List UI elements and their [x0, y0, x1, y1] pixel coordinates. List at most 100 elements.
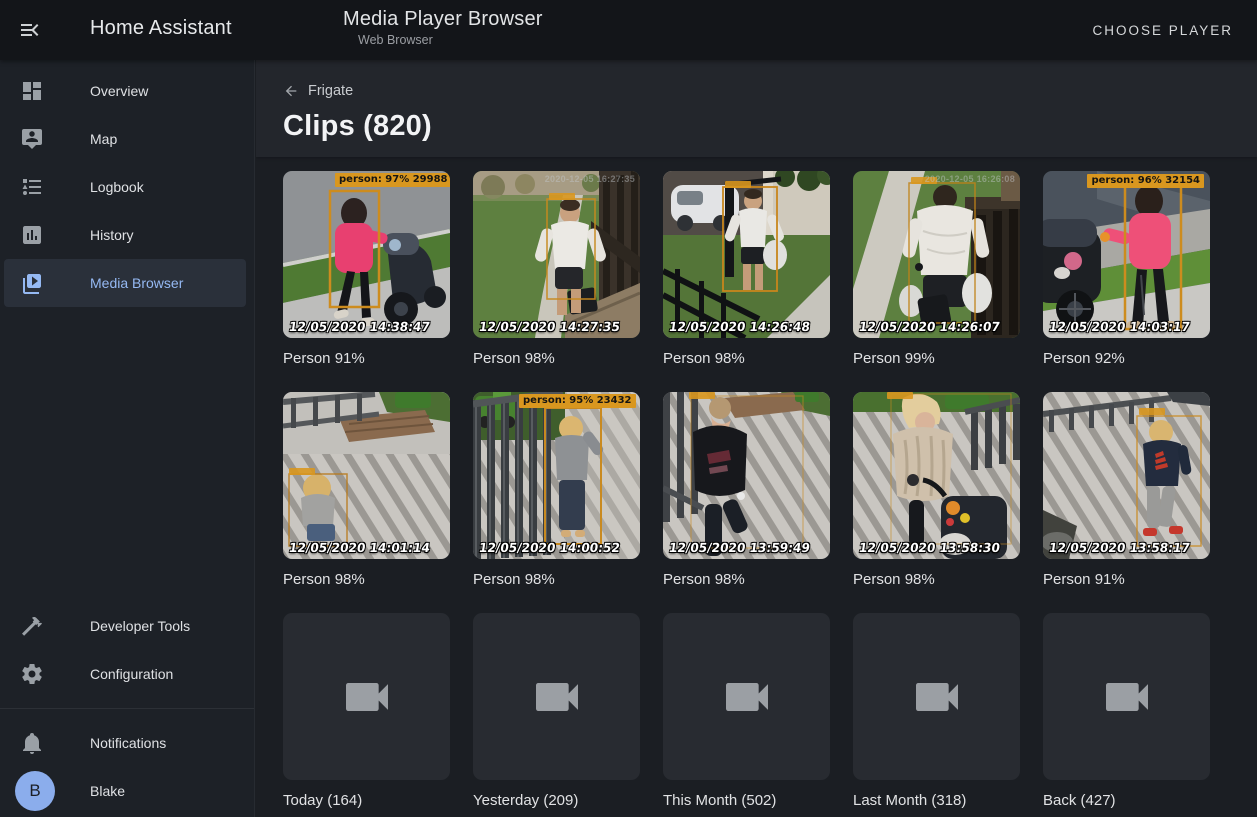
sidebar: Overview Map Logbook History Media Brows… [0, 60, 255, 817]
clip-label: Person 98% [473, 349, 640, 368]
clip-card[interactable]: 2020-12-05 16:27:35 12/05/2020 14:27:35 … [473, 171, 640, 392]
clip-label: Person 98% [473, 570, 640, 589]
menu-toggle-button[interactable] [18, 18, 42, 42]
sidebar-item-label: Map [90, 131, 117, 147]
breadcrumb-back-link[interactable]: Frigate [283, 60, 353, 99]
clip-label: Person 98% [663, 570, 830, 589]
user-name: Blake [90, 783, 125, 799]
sidebar-item-history[interactable]: History [4, 211, 246, 259]
sidebar-item-label: Notifications [90, 735, 166, 751]
detection-chip [1139, 408, 1165, 415]
clip-timestamp: 12/05/2020 13:59:49 [668, 540, 811, 555]
clip-label: Person 99% [853, 349, 1020, 368]
content-header: Frigate Clips (820) [256, 60, 1257, 157]
hammer-icon [20, 614, 44, 638]
clip-card[interactable]: 12/05/2020 13:58:30 Person 98% [853, 392, 1020, 613]
sidebar-item-label: Developer Tools [90, 618, 190, 634]
clip-photo [473, 392, 640, 559]
sidebar-item-notifications[interactable]: Notifications [4, 719, 246, 767]
clip-thumbnail: 12/05/2020 13:59:49 [663, 392, 830, 559]
folder-thumbnail [1043, 613, 1210, 780]
folder-thumbnail [283, 613, 450, 780]
folder-card-today[interactable]: Today (164) [283, 613, 450, 817]
clip-photo [283, 171, 450, 338]
clip-photo [1043, 171, 1210, 338]
clip-card[interactable]: 2020-12-05 16:26:08 12/05/2020 14:26:07 … [853, 171, 1020, 392]
clip-timestamp: 12/05/2020 14:00:52 [478, 540, 621, 555]
camera-osd-timestamp: 2020-12-05 16:26:08 [925, 174, 1015, 184]
clip-label: Person 91% [283, 349, 450, 368]
detection-chip [887, 392, 913, 399]
sidebar-item-label: Configuration [90, 666, 173, 682]
clip-thumbnail: person: 97% 29988 12/05/2020 14:38:47 [283, 171, 450, 338]
gear-icon [20, 662, 44, 686]
clip-photo [663, 171, 830, 338]
clip-label: Person 91% [1043, 570, 1210, 589]
video-icon [1099, 669, 1155, 725]
clip-timestamp: 12/05/2020 14:38:47 [288, 319, 431, 334]
clip-thumbnail: person: 95% 23432 12/05/2020 14:00:52 [473, 392, 640, 559]
clip-card[interactable]: 12/05/2020 13:59:49 Person 98% [663, 392, 830, 613]
detection-chip: person: 97% 29988 [335, 173, 450, 187]
sidebar-item-logbook[interactable]: Logbook [4, 163, 246, 211]
detection-chip: person: 96% 32154 [1087, 174, 1204, 188]
folder-thumbnail [663, 613, 830, 780]
clip-card[interactable]: 12/05/2020 14:01:14 Person 98% [283, 392, 450, 613]
detection-chip [725, 181, 751, 188]
clip-card[interactable]: person: 95% 23432 12/05/2020 14:00:52 Pe… [473, 392, 640, 613]
video-icon [339, 669, 395, 725]
breadcrumb-label: Frigate [308, 83, 353, 99]
app-bar: Home Assistant Media Player Browser Web … [0, 0, 1257, 60]
clip-thumbnail: 12/05/2020 14:01:14 [283, 392, 450, 559]
clip-card[interactable]: 12/05/2020 14:26:48 Person 98% [663, 171, 830, 392]
sidebar-item-label: Logbook [90, 179, 144, 195]
clip-card[interactable]: 12/05/2020 13:58:17 Person 91% [1043, 392, 1210, 613]
sidebar-item-overview[interactable]: Overview [4, 67, 246, 115]
detection-chip: person: 95% 23432 [519, 394, 636, 408]
folder-label: This Month (502) [663, 791, 830, 810]
folder-label: Yesterday (209) [473, 791, 640, 810]
choose-player-button[interactable]: CHOOSE PLAYER [1084, 0, 1241, 60]
clip-photo [663, 392, 830, 559]
folder-thumbnail [853, 613, 1020, 780]
sidebar-divider [0, 708, 254, 709]
clip-thumbnail: 2020-12-05 16:27:35 12/05/2020 14:27:35 [473, 171, 640, 338]
folder-card-back[interactable]: Back (427) [1043, 613, 1210, 817]
clip-card[interactable]: person: 97% 29988 12/05/2020 14:38:47 Pe… [283, 171, 450, 392]
page-header-title: Media Player Browser [343, 8, 543, 31]
sidebar-item-map[interactable]: Map [4, 115, 246, 163]
sidebar-item-user[interactable]: B Blake [4, 767, 246, 815]
media-grid: person: 97% 29988 12/05/2020 14:38:47 Pe… [256, 157, 1257, 817]
media-browser-icon [20, 271, 44, 295]
clip-timestamp: 12/05/2020 13:58:30 [858, 540, 1001, 555]
page-header-subtitle: Web Browser [358, 33, 433, 47]
clip-timestamp: 12/05/2020 14:03:17 [1048, 319, 1191, 334]
arrow-left-icon [283, 83, 299, 99]
detection-chip [289, 468, 315, 475]
sidebar-item-media-browser[interactable]: Media Browser [4, 259, 246, 307]
clip-thumbnail: 2020-12-05 16:26:08 12/05/2020 14:26:07 [853, 171, 1020, 338]
folder-card-yesterday[interactable]: Yesterday (209) [473, 613, 640, 817]
video-icon [529, 669, 585, 725]
detection-chip [549, 193, 575, 200]
clip-label: Person 98% [663, 349, 830, 368]
logbook-list-icon [20, 175, 44, 199]
clip-photo [283, 392, 450, 559]
clip-photo [1043, 392, 1210, 559]
app-title: Home Assistant [90, 17, 232, 40]
clip-label: Person 98% [283, 570, 450, 589]
clip-thumbnail: 12/05/2020 14:26:48 [663, 171, 830, 338]
clip-timestamp: 12/05/2020 14:01:14 [288, 540, 431, 555]
clip-card[interactable]: person: 96% 32154 12/05/2020 14:03:17 Pe… [1043, 171, 1210, 392]
folder-card-this-month[interactable]: This Month (502) [663, 613, 830, 817]
clip-timestamp: 12/05/2020 14:26:48 [668, 319, 811, 334]
history-chart-icon [20, 223, 44, 247]
clip-label: Person 98% [853, 570, 1020, 589]
sidebar-item-developer-tools[interactable]: Developer Tools [4, 602, 246, 650]
folder-card-last-month[interactable]: Last Month (318) [853, 613, 1020, 817]
clip-thumbnail: 12/05/2020 13:58:17 [1043, 392, 1210, 559]
clip-photo [853, 171, 1020, 338]
sidebar-item-configuration[interactable]: Configuration [4, 650, 246, 698]
folder-thumbnail [473, 613, 640, 780]
video-icon [719, 669, 775, 725]
